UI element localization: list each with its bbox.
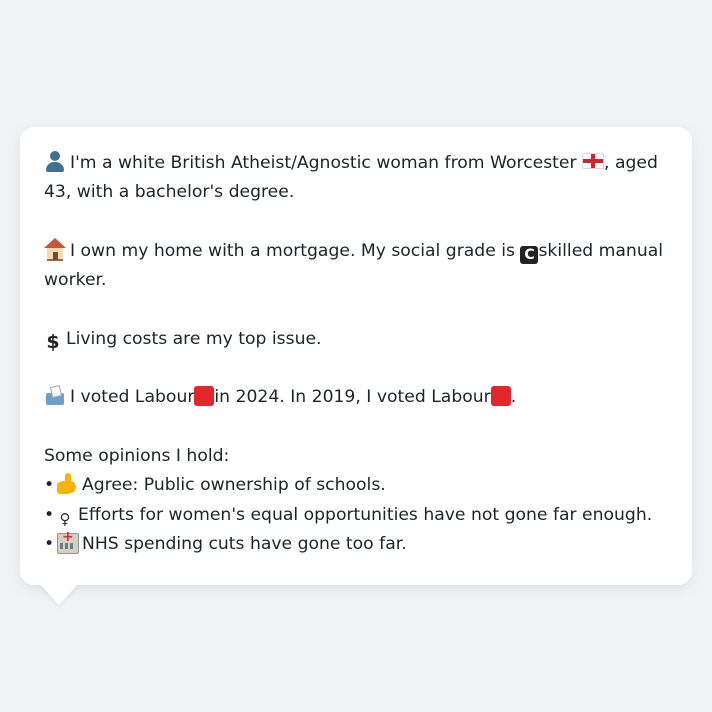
grade-c-icon: C xyxy=(520,245,539,264)
labour-red-square-icon xyxy=(490,386,511,407)
issue-text: Living costs are my top issue. xyxy=(66,328,322,349)
hospital-icon xyxy=(56,531,79,554)
opinion-item: • Agree: Public ownership of schools. xyxy=(44,471,668,500)
profile-card: I'm a white British Atheist/Agnostic wom… xyxy=(20,127,692,585)
opinions-heading: Some opinions I hold: xyxy=(44,445,230,466)
speech-bubble-tail xyxy=(40,584,78,605)
identity-text: I'm a white British Atheist/Agnostic wom… xyxy=(70,153,577,173)
opinion-text: Agree: Public ownership of schools. xyxy=(82,475,386,496)
female-sign-icon: ♀ xyxy=(59,509,71,528)
person-icon xyxy=(44,150,66,172)
bullet: • xyxy=(44,533,55,554)
thumbs-up-icon xyxy=(56,472,78,494)
opinion-item: • NHS spending cuts have gone too far. xyxy=(44,530,668,559)
labour-red-square-icon xyxy=(194,386,215,407)
home-paragraph: I own my home with a mortgage. My social… xyxy=(44,237,668,296)
home-text: I own my home with a mortgage. My social… xyxy=(70,240,515,261)
vote-text-1: I voted Labour xyxy=(70,387,195,408)
vote-paragraph: I voted Labour in 2024. In 2019, I voted … xyxy=(44,383,668,412)
england-flag-icon xyxy=(582,153,605,169)
house-icon xyxy=(44,237,66,261)
vote-text-3: . xyxy=(510,387,517,408)
opinion-text: NHS spending cuts have gone too far. xyxy=(82,533,407,554)
vote-text-2: in 2024. In 2019, I voted Labour xyxy=(214,387,491,408)
opinion-item: • ♀ Efforts for women's equal opportunitie… xyxy=(44,501,668,530)
ballot-box-icon xyxy=(44,384,66,406)
bullet: • xyxy=(44,504,55,525)
dollar-sign-icon: $ xyxy=(46,330,60,353)
bullet: • xyxy=(44,475,55,496)
issue-paragraph: $ Living costs are my top issue. xyxy=(44,325,668,354)
identity-paragraph: I'm a white British Atheist/Agnostic wom… xyxy=(44,149,668,208)
opinion-text: Efforts for women's equal opportunities … xyxy=(78,504,653,525)
